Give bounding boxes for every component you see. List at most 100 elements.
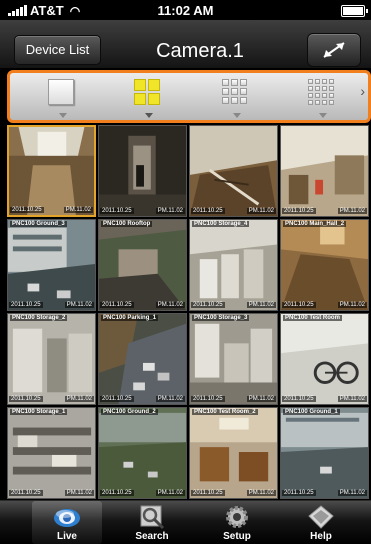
camera-timestamp: 2011.10.25 PM.11.02 [191,302,276,308]
camera-feed-image [281,314,368,404]
camera-feed-image [99,126,186,216]
single-view-icon [48,79,74,105]
camera-feed-image [99,314,186,404]
page-title: Camera.1 [156,40,244,62]
camera-name: PNC100 Rooftop [101,221,153,227]
camera-time: PM.11.02 [337,490,367,496]
camera-time: PM.11.02 [246,490,276,496]
camera-date: 2011.10.25 [191,490,225,496]
camera-tile[interactable]: PNC100 Ground_3 2011.10.25 PM.11.02 [7,219,96,311]
camera-name: PNC100 Main_Hall_2 [283,221,347,227]
camera-time: PM.11.02 [63,207,93,213]
camera-tile[interactable]: PNC100 Ground_1 2011.10.25 PM.11.02 [280,407,369,499]
tab-label: Live [56,531,77,542]
camera-name: PNC100 Storage_2 [10,315,68,321]
camera-date: 2011.10.25 [100,396,134,402]
camera-name: PNC100 Test Room_2 [192,409,258,415]
layout-selector-bar: › [7,70,371,123]
camera-time: PM.11.02 [337,208,367,214]
tab-label: Setup [223,531,251,542]
sixteen-view-icon [308,79,334,105]
camera-date: 2011.10.25 [191,302,225,308]
camera-tile[interactable]: PNC100 Ground_2 2011.10.25 PM.11.02 [98,407,187,499]
camera-feed-image [8,220,95,310]
camera-name: PNC100 Storage_1 [10,409,68,415]
camera-timestamp: 2011.10.25 PM.11.02 [282,302,367,308]
camera-date: 2011.10.25 [191,208,225,214]
fullscreen-button[interactable] [307,33,361,67]
camera-tile[interactable]: 2011.10.25 PM.11.02 [189,125,278,217]
camera-tile[interactable]: PNC100 Test Room_2 2011.10.25 PM.11.02 [189,407,278,499]
search-magnifier-icon [140,505,165,530]
dropdown-indicator-icon [145,113,153,118]
camera-name: PNC100 Ground_1 [283,409,340,415]
camera-timestamp: 2011.10.25 PM.11.02 [100,396,185,402]
camera-time: PM.11.02 [246,396,276,402]
layout-quad-button[interactable] [134,79,164,118]
camera-timestamp: 2011.10.25 PM.11.02 [9,396,94,402]
camera-date: 2011.10.25 [9,396,43,402]
camera-timestamp: 2011.10.25 PM.11.02 [100,302,185,308]
camera-tile[interactable]: 2011.10.25 PM.11.02 [280,125,369,217]
camera-feed-image [99,220,186,310]
camera-tile[interactable]: PNC100 Main_Hall_2 2011.10.25 PM.11.02 [280,219,369,311]
camera-tile[interactable]: PNC100 Test Room 2011.10.25 PM.11.02 [280,313,369,405]
camera-timestamp: 2011.10.25 PM.11.02 [282,490,367,496]
camera-time: PM.11.02 [337,396,367,402]
tab-help[interactable]: Help [286,501,356,544]
camera-feed-image [190,220,277,310]
camera-feed-image [281,220,368,310]
camera-date: 2011.10.25 [10,207,44,213]
camera-date: 2011.10.25 [9,302,43,308]
camera-time: PM.11.02 [64,396,94,402]
camera-feed-image [99,408,186,498]
camera-feed-image [9,127,94,215]
camera-timestamp: 2011.10.25 PM.11.02 [9,490,94,496]
dropdown-indicator-icon [59,113,67,118]
camera-tile[interactable]: PNC100 Rooftop 2011.10.25 PM.11.02 [98,219,187,311]
camera-tile[interactable]: PNC100 Storage_3 2011.10.25 PM.11.02 [189,313,278,405]
camera-grid: 2011.10.25 PM.11.02 2011.10.25 PM.11.02 … [7,125,371,499]
camera-tile[interactable]: 2011.10.25 PM.11.02 [98,125,187,217]
gear-icon [226,506,248,528]
camera-tile[interactable]: PNC100 Storage_1 2011.10.25 PM.11.02 [7,407,96,499]
camera-time: PM.11.02 [155,208,185,214]
camera-name: PNC100 Ground_2 [101,409,158,415]
dropdown-indicator-icon [233,113,241,118]
camera-tile[interactable]: 2011.10.25 PM.11.02 [7,125,96,217]
camera-timestamp: 2011.10.25 PM.11.02 [10,207,93,213]
layout-sixteen-button[interactable] [308,79,338,118]
camera-timestamp: 2011.10.25 PM.11.02 [282,396,367,402]
camera-time: PM.11.02 [337,302,367,308]
tab-live[interactable]: Live [32,501,102,544]
camera-timestamp: 2011.10.25 PM.11.02 [9,302,94,308]
tab-label: Search [135,531,169,542]
tab-search[interactable]: Search [117,501,187,544]
camera-tile[interactable]: PNC100 Storage_4 2011.10.25 PM.11.02 [189,219,278,311]
scroll-right-icon[interactable]: › [360,83,365,99]
camera-time: PM.11.02 [64,490,94,496]
camera-date: 2011.10.25 [282,396,316,402]
camera-date: 2011.10.25 [100,208,134,214]
layout-nine-button[interactable] [222,79,252,118]
camera-date: 2011.10.25 [282,302,316,308]
tab-label: Help [310,531,332,542]
camera-name: PNC100 Ground_3 [10,221,67,227]
camera-feed-image [190,408,277,498]
camera-name: PNC100 Storage_3 [192,315,250,321]
layout-single-button[interactable] [48,79,78,118]
camera-timestamp: 2011.10.25 PM.11.02 [191,396,276,402]
camera-feed-image [8,408,95,498]
camera-tile[interactable]: PNC100 Storage_2 2011.10.25 PM.11.02 [7,313,96,405]
camera-time: PM.11.02 [246,302,276,308]
camera-date: 2011.10.25 [282,490,316,496]
camera-date: 2011.10.25 [191,396,225,402]
camera-time: PM.11.02 [155,490,185,496]
device-list-button[interactable]: Device List [14,35,101,65]
camera-date: 2011.10.25 [9,490,43,496]
navigation-bar: Device List Camera.1 [0,20,371,69]
live-camera-icon [54,509,80,527]
tab-setup[interactable]: Setup [202,501,272,544]
camera-timestamp: 2011.10.25 PM.11.02 [191,490,276,496]
camera-tile[interactable]: PNC100 Parking_1 2011.10.25 PM.11.02 [98,313,187,405]
